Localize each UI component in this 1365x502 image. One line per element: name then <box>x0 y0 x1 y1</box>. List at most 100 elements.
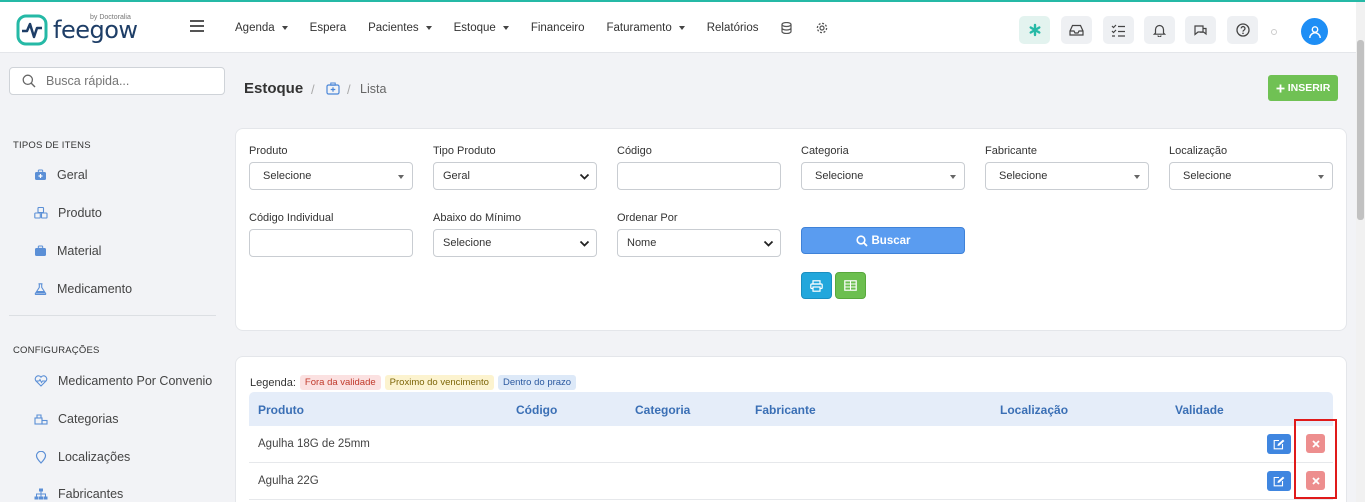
edit-button[interactable] <box>1267 471 1291 491</box>
cubes-icon <box>34 207 48 219</box>
chat-icon[interactable] <box>1185 16 1216 44</box>
nav-item-financeiro[interactable]: Financeiro <box>531 22 585 34</box>
user-avatar-icon[interactable] <box>1301 18 1328 45</box>
help-icon[interactable] <box>1227 16 1258 44</box>
select-categoria[interactable]: Selecione <box>801 162 965 190</box>
cell-produto: Agulha 22G <box>258 475 319 487</box>
edit-icon <box>1273 476 1285 486</box>
column-header-fabricante[interactable]: Fabricante <box>755 403 816 417</box>
chevron-down-icon <box>763 240 774 247</box>
label-tipo-produto: Tipo Produto <box>433 145 496 157</box>
logo-mark-icon <box>16 14 48 46</box>
section-title-configuracoes: CONFIGURAÇÕES <box>13 345 100 356</box>
print-icon <box>810 279 823 292</box>
page-title: Estoque <box>244 80 304 97</box>
sidebar-divider <box>9 315 216 316</box>
nav-item-pacientes[interactable]: Pacientes <box>368 22 432 34</box>
input-codigo-individual[interactable] <box>249 229 413 257</box>
chevron-down-icon <box>502 26 509 30</box>
nav-item-agenda[interactable]: Agenda <box>235 22 288 34</box>
plus-icon <box>1276 84 1285 92</box>
edit-icon <box>1273 439 1285 449</box>
column-header-localizacao[interactable]: Localização <box>1000 403 1068 417</box>
scrollbar-thumb[interactable] <box>1357 40 1364 220</box>
gear-icon[interactable] <box>816 22 828 34</box>
database-icon[interactable] <box>780 22 792 34</box>
sidebar: TIPOS DE ITENS Geral Produto Material Me… <box>0 53 232 502</box>
sidebar-item-localizacoes[interactable]: Localizações <box>34 450 130 464</box>
breadcrumb-separator: / <box>311 82 315 97</box>
insert-button[interactable]: INSERIR <box>1268 75 1338 101</box>
sidebar-item-medicamento[interactable]: Medicamento <box>34 282 132 296</box>
select-fabricante[interactable]: Selecione <box>985 162 1149 190</box>
quick-search[interactable] <box>9 67 225 95</box>
table-row: Agulha 22G <box>249 463 1333 500</box>
search-button[interactable]: Buscar <box>801 227 965 254</box>
table-header: Produto Código Categoria Fabricante Loca… <box>249 392 1333 426</box>
label-localizacao: Localização <box>1169 145 1228 157</box>
print-button[interactable] <box>801 272 832 299</box>
select-tipo-produto[interactable]: Geral <box>433 162 597 190</box>
column-header-produto[interactable]: Produto <box>258 403 304 417</box>
nav-item-espera[interactable]: Espera <box>310 22 346 34</box>
nav-item-faturamento[interactable]: Faturamento <box>607 22 685 34</box>
column-header-codigo[interactable]: Código <box>516 403 557 417</box>
sidebar-item-categorias[interactable]: Categorias <box>34 412 118 426</box>
top-navbar: by Doctoralia feegow Agenda Espera Pacie… <box>0 2 1356 53</box>
cell-produto: Agulha 18G de 25mm <box>258 438 370 450</box>
label-categoria: Categoria <box>801 145 849 157</box>
heartbeat-icon <box>34 375 48 387</box>
select-produto[interactable]: Selecione <box>249 162 413 190</box>
feegow-logo[interactable]: by Doctoralia feegow <box>16 12 146 48</box>
label-produto: Produto <box>249 145 288 157</box>
select-localizacao[interactable]: Selecione <box>1169 162 1333 190</box>
label-fabricante: Fabricante <box>985 145 1037 157</box>
inbox-icon[interactable] <box>1061 16 1092 44</box>
section-title-tipos: TIPOS DE ITENS <box>13 140 91 151</box>
dropdown-arrow-icon <box>1134 175 1140 179</box>
export-table-button[interactable] <box>835 272 866 299</box>
sitemap-icon <box>34 414 48 425</box>
medical-kit-icon[interactable] <box>326 82 340 95</box>
sidebar-item-geral[interactable]: Geral <box>34 168 88 182</box>
sidebar-item-medicamento-convenio[interactable]: Medicamento Por Convenio <box>34 374 212 388</box>
breadcrumb-current: Lista <box>360 82 387 96</box>
logo-text: feegow <box>53 16 138 44</box>
hamburger-menu-icon[interactable] <box>190 20 204 32</box>
checklist-icon[interactable] <box>1103 16 1134 44</box>
briefcase-icon <box>35 245 46 256</box>
main-nav: Agenda Espera Pacientes Estoque Financei… <box>235 22 852 34</box>
chevron-down-icon <box>678 26 685 30</box>
select-abaixo-minimo[interactable]: Selecione <box>433 229 597 257</box>
column-header-validade[interactable]: Validade <box>1175 403 1224 417</box>
legend-badge-near-expiry: Proximo do vencimento <box>384 375 494 390</box>
label-codigo: Código <box>617 145 652 157</box>
highlight-box <box>1294 419 1337 499</box>
dropdown-arrow-icon <box>398 175 404 179</box>
chevron-down-icon <box>425 26 432 30</box>
sidebar-item-fabricantes[interactable]: Fabricantes <box>34 487 123 501</box>
input-codigo[interactable] <box>617 162 781 190</box>
legend-badge-expired: Fora da validade <box>299 375 381 390</box>
quick-search-input[interactable] <box>46 74 206 88</box>
chevron-down-icon <box>579 240 590 247</box>
search-icon <box>22 74 36 88</box>
map-marker-icon <box>35 450 47 464</box>
select-ordenar-por[interactable]: Nome <box>617 229 781 257</box>
bell-icon[interactable] <box>1144 16 1175 44</box>
column-header-categoria[interactable]: Categoria <box>635 403 690 417</box>
table-icon <box>844 280 857 291</box>
briefcase-medical-icon <box>35 169 46 180</box>
asterisk-icon[interactable] <box>1019 16 1050 44</box>
sidebar-item-produto[interactable]: Produto <box>34 206 102 220</box>
search-icon <box>855 234 868 247</box>
sidebar-item-material[interactable]: Material <box>34 244 101 258</box>
legend: Legenda: Fora da validade Proximo do ven… <box>250 375 577 390</box>
nav-item-estoque[interactable]: Estoque <box>454 22 509 34</box>
dropdown-arrow-icon <box>950 175 956 179</box>
chevron-down-icon <box>579 173 590 180</box>
edit-button[interactable] <box>1267 434 1291 454</box>
label-abaixo-minimo: Abaixo do Mínimo <box>433 212 522 224</box>
status-dot-icon <box>1271 29 1277 35</box>
nav-item-relatorios[interactable]: Relatórios <box>707 22 759 34</box>
